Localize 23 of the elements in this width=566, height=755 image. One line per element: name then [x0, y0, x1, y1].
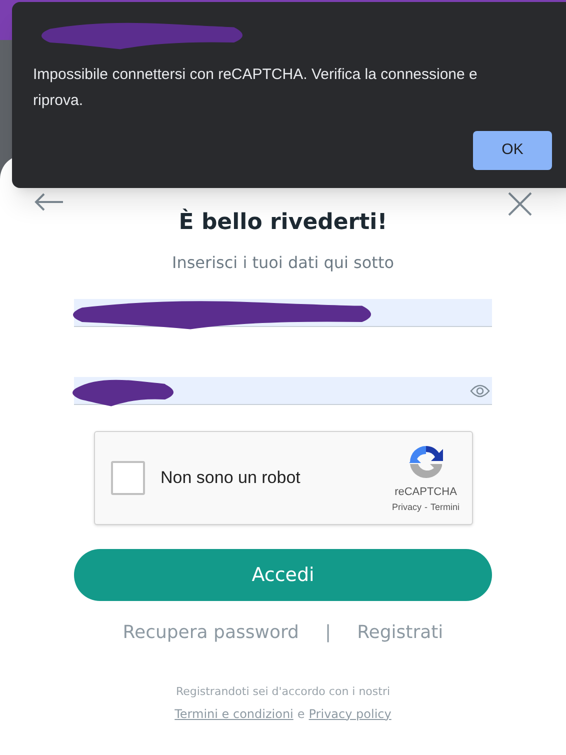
privacy-link[interactable]: Privacy: [392, 500, 422, 514]
login-title: È bello rivederti!: [178, 208, 388, 237]
eye-icon[interactable]: [470, 384, 490, 398]
terms-conditions-link[interactable]: Termini e condizioni: [174, 704, 294, 722]
separator-text: |: [324, 621, 332, 645]
close-icon[interactable]: [508, 192, 532, 216]
captcha-label: Non sono un robot: [160, 467, 300, 490]
privacy-policy-link[interactable]: Privacy policy: [308, 704, 392, 722]
recaptcha-brand: reCAPTCHA: [394, 485, 457, 500]
email-field[interactable]: [74, 299, 492, 327]
legal-text: Registrandoti sei d'accordo con i nostri: [176, 684, 390, 700]
alert-message: Impossibile connettersi con reCAPTCHA. Verifica la connessione e riprova.: [33, 65, 478, 111]
password-field[interactable]: [74, 377, 492, 405]
terms-link[interactable]: Termini: [430, 500, 460, 514]
login-subtitle: Inserisci i tuoi dati qui sotto: [172, 252, 394, 274]
back-arrow-icon[interactable]: [34, 192, 64, 212]
conjunction-text: e: [297, 706, 305, 722]
captcha-checkbox[interactable]: [110, 461, 144, 495]
ok-button[interactable]: OK: [473, 131, 552, 170]
register-link[interactable]: Registrati: [357, 619, 444, 646]
recover-password-link[interactable]: Recupera password: [122, 619, 299, 646]
separator-text: -: [424, 500, 428, 514]
login-button[interactable]: Accedi: [74, 549, 492, 601]
